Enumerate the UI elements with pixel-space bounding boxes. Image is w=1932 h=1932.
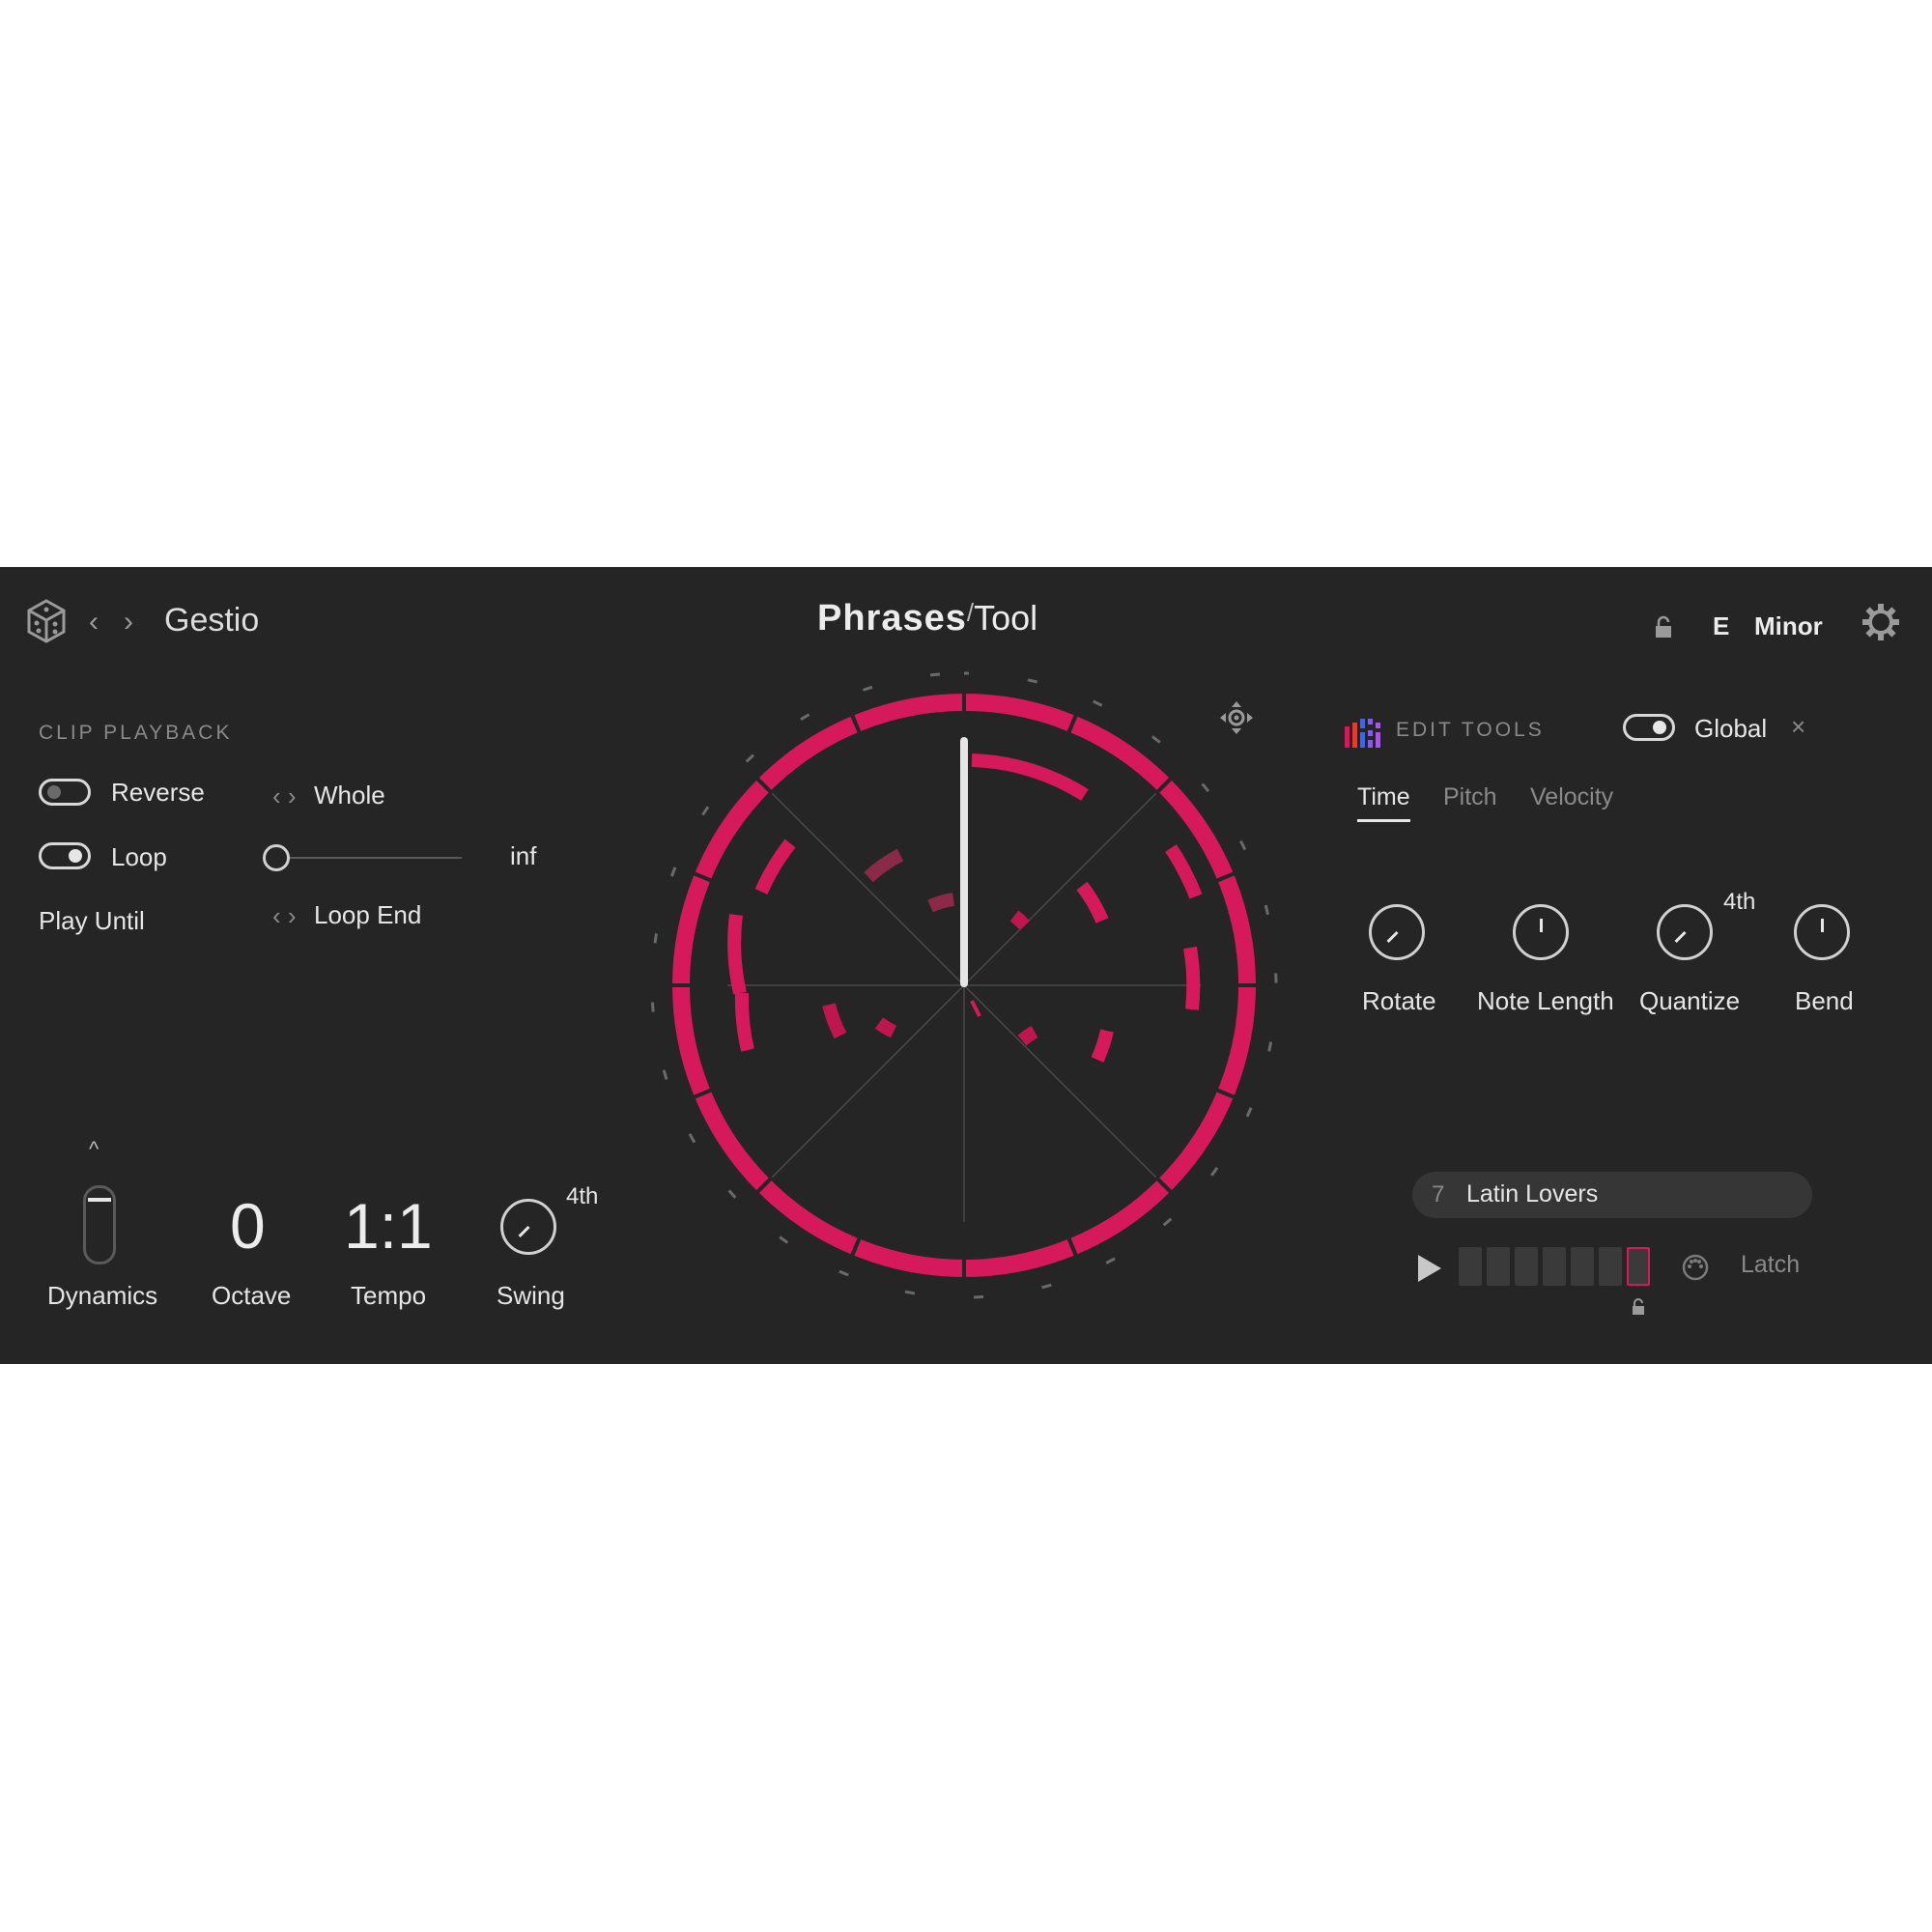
note-length-knob[interactable] (1513, 904, 1569, 960)
reverse-label: Reverse (111, 778, 205, 807)
note-length-label: Note Length (1477, 986, 1614, 1015)
step-segment[interactable] (1459, 1247, 1482, 1286)
loop-count-value: inf (510, 841, 537, 870)
tempo-label: Tempo (351, 1281, 427, 1310)
loop-count-slider[interactable] (263, 843, 462, 872)
settings-gear-icon[interactable] (1861, 602, 1901, 642)
logo-sub: Tool (974, 598, 1038, 638)
global-label: Global (1694, 714, 1768, 743)
phrases-tool-plugin: ‹ › Gestio Phrases/Tool E Minor CLIP PLA… (0, 567, 1932, 1364)
move-crosshair-icon[interactable] (1219, 700, 1254, 735)
tab-velocity[interactable]: Velocity (1530, 783, 1613, 811)
next-preset-icon[interactable]: › (124, 606, 133, 639)
global-toggle[interactable] (1623, 714, 1675, 741)
midi-port-icon[interactable] (1681, 1253, 1710, 1282)
logo-main: Phrases (817, 598, 967, 639)
quantize-knob[interactable] (1657, 904, 1713, 960)
step-segment[interactable] (1543, 1247, 1566, 1286)
swing-knob[interactable] (500, 1199, 556, 1255)
step-segment[interactable] (1571, 1247, 1594, 1286)
dynamics-up-chevron-icon[interactable]: ^ (89, 1137, 99, 1162)
octave-label: Octave (212, 1281, 292, 1310)
swing-value: 4th (566, 1183, 599, 1209)
quantize-label: Quantize (1639, 986, 1741, 1015)
phrase-step-strip[interactable] (1459, 1247, 1652, 1286)
dice-icon[interactable] (25, 598, 68, 644)
loop-count-slider-handle[interactable] (263, 844, 290, 871)
tab-pitch[interactable]: Pitch (1443, 783, 1497, 811)
dynamics-fader[interactable] (83, 1185, 116, 1264)
step-segment[interactable] (1599, 1247, 1622, 1286)
preset-name[interactable]: Gestio (164, 602, 259, 639)
step-segment[interactable] (1487, 1247, 1510, 1286)
quantize-value: 4th (1723, 889, 1756, 915)
loop-end-value[interactable]: Loop End (314, 900, 421, 930)
step-segment-active[interactable] (1627, 1247, 1650, 1286)
tempo-value[interactable]: 1:1 (344, 1189, 433, 1263)
wheel-faded-arcs (864, 848, 955, 913)
step-segment[interactable] (1515, 1247, 1538, 1286)
playhead-tail (970, 1000, 981, 1017)
swing-label: Swing (497, 1281, 565, 1310)
octave-value[interactable]: 0 (230, 1189, 266, 1263)
edit-tools-title: EDIT TOOLS (1396, 719, 1545, 741)
rotate-label: Rotate (1362, 986, 1436, 1015)
dynamics-fader-handle[interactable] (88, 1198, 111, 1202)
step-lock-icon[interactable] (1631, 1297, 1646, 1317)
rhythm-wheel[interactable] (645, 667, 1283, 1304)
dynamics-label: Dynamics (47, 1281, 158, 1310)
prev-preset-icon[interactable]: ‹ (89, 606, 99, 639)
key-root[interactable]: E (1713, 611, 1729, 641)
phrase-selector[interactable]: 7 Latin Lovers (1412, 1172, 1812, 1218)
rotate-knob[interactable] (1369, 904, 1425, 960)
app-logo: Phrases/Tool (817, 598, 1037, 639)
phrase-name: Latin Lovers (1466, 1180, 1599, 1208)
reverse-toggle[interactable] (39, 779, 91, 806)
loop-end-selector-arrows-icon[interactable]: ‹ › (272, 901, 297, 931)
whole-value[interactable]: Whole (314, 781, 385, 810)
loop-label: Loop (111, 842, 167, 871)
whole-selector-arrows-icon[interactable]: ‹ › (272, 781, 297, 811)
bend-label: Bend (1795, 986, 1854, 1015)
close-icon[interactable]: × (1791, 712, 1805, 742)
clip-playback-title: CLIP PLAYBACK (39, 722, 233, 744)
loop-toggle[interactable] (39, 842, 91, 869)
lock-icon[interactable] (1654, 615, 1673, 640)
phrase-number: 7 (1432, 1181, 1445, 1208)
tab-time[interactable]: Time (1357, 783, 1410, 822)
latch-label[interactable]: Latch (1741, 1251, 1800, 1279)
key-scale[interactable]: Minor (1754, 611, 1823, 641)
play-until-label: Play Until (39, 906, 145, 935)
bend-knob[interactable] (1794, 904, 1850, 960)
play-icon[interactable] (1416, 1253, 1443, 1284)
edit-tools-bars-icon (1345, 719, 1381, 752)
